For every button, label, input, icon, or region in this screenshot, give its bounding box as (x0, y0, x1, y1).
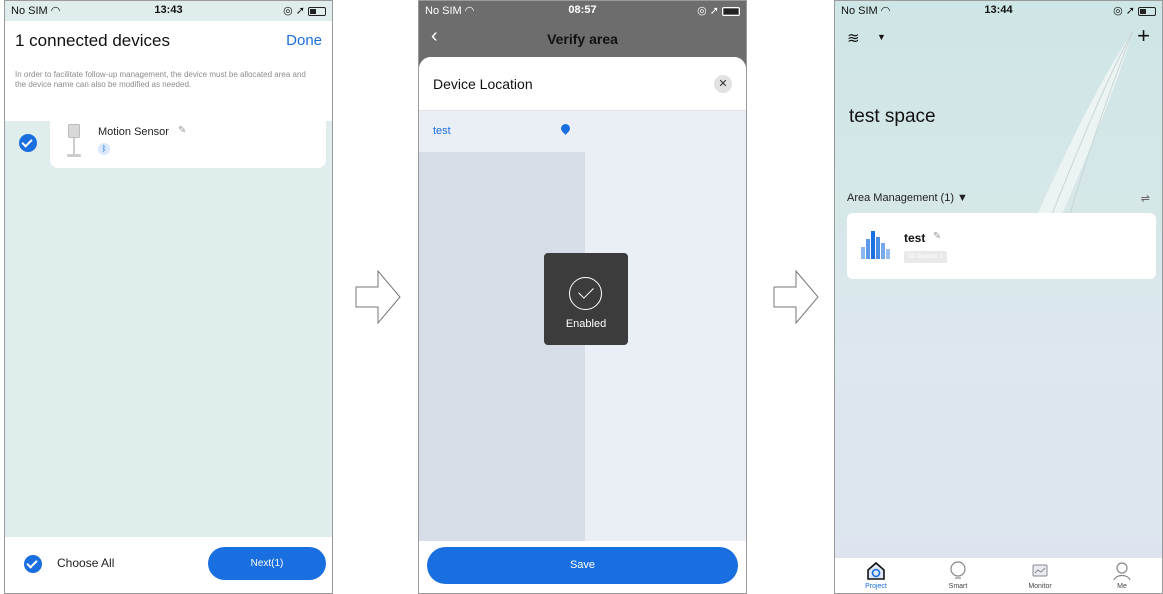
filter-icon[interactable]: ⇌ (1141, 192, 1150, 205)
chevron-down-icon[interactable]: ▼ (877, 32, 886, 42)
tab-label: Project (865, 583, 887, 590)
location-icon: ◎ ➚ (283, 5, 305, 17)
status-bar: No SIM ◠ 13:43 ◎ ➚ (5, 1, 332, 21)
bluetooth-icon: ᛒ (98, 143, 110, 155)
bottom-tab-bar: Project Smart Monitor Me (835, 557, 1162, 593)
top-bar: ≋ ▼ + (835, 23, 1162, 53)
screen-project-home: No SIM ◠ 13:44 ◎ ➚ ≋ ▼ + test space Area… (834, 0, 1163, 594)
screen-connected-devices: 1 connected devices Done In order to fac… (4, 0, 333, 594)
sheet-header: Device Location ✕ (419, 57, 746, 111)
save-button[interactable]: Save (427, 547, 738, 584)
area-name: test (904, 231, 926, 245)
location-icon: ◎ ➚ (697, 5, 719, 17)
area-management-dropdown[interactable]: Area Management (1) ▼ (847, 192, 968, 204)
sheet-title: Device Location (433, 76, 533, 92)
tab-label: Smart (948, 583, 968, 590)
status-icons: ◎ ➚ (1113, 4, 1156, 17)
footer-bar: Save (419, 541, 746, 593)
right-arrow-icon (773, 269, 819, 325)
tab-label: Me (1117, 583, 1127, 590)
page-title: 1 connected devices (15, 31, 170, 50)
status-bar: No SIM ◠ 13:44 ◎ ➚ (835, 1, 1162, 21)
battery-icon (1138, 6, 1156, 16)
nav-bar: ‹ Verify area (419, 21, 746, 57)
project-icon (867, 561, 885, 580)
right-arrow-icon (355, 269, 401, 325)
toast-label: Enabled (565, 318, 607, 330)
building-icon (861, 231, 891, 259)
device-name: Motion Sensor (98, 126, 169, 138)
next-button[interactable]: Next(1) (208, 547, 326, 580)
check-circle-icon (569, 277, 602, 310)
tab-project[interactable]: Project (835, 558, 917, 593)
tab-me[interactable]: Me (1081, 558, 1162, 593)
tab-monitor[interactable]: Monitor (999, 558, 1081, 593)
edit-icon[interactable]: ✎ (933, 231, 941, 242)
header-panel: 1 connected devices Done In order to fac… (5, 21, 332, 121)
monitor-icon (1032, 564, 1048, 577)
area-list-item[interactable]: test (419, 112, 585, 152)
sail-building-illustration (1030, 31, 1134, 231)
device-select-checkbox[interactable] (19, 134, 37, 152)
status-icons: ◎ ➚ (283, 4, 326, 17)
location-icon: ◎ ➚ (1113, 5, 1135, 17)
area-name: test (433, 125, 451, 137)
location-pin-icon (559, 122, 572, 135)
motion-sensor-icon (64, 124, 84, 160)
tab-label: Monitor (1028, 583, 1052, 590)
footer-bar: Choose All Next(1) (5, 537, 332, 593)
device-card[interactable]: Motion Sensor ✎ ᛒ (50, 114, 326, 168)
add-icon[interactable]: + (1137, 23, 1150, 49)
done-button[interactable]: Done (286, 32, 322, 49)
area-list-column (419, 112, 585, 593)
user-icon (1113, 562, 1131, 581)
battery-icon (722, 6, 740, 16)
check-icon (21, 136, 33, 148)
device-count-badge: All Devices 1 (904, 251, 947, 263)
page-title: Verify area (547, 31, 618, 47)
space-title: test space (849, 106, 936, 127)
enabled-toast: Enabled (544, 253, 628, 345)
status-bar: No SIM ◠ 08:57 ◎ ➚ (419, 1, 746, 21)
battery-icon (308, 6, 326, 16)
description-text: In order to facilitate follow-up managem… (15, 70, 306, 89)
choose-all-checkbox[interactable] (24, 555, 42, 573)
check-icon (26, 557, 38, 569)
layers-icon[interactable]: ≋ (847, 29, 860, 47)
tab-smart[interactable]: Smart (917, 558, 999, 593)
area-card[interactable]: test ✎ All Devices 1 (847, 213, 1156, 279)
status-icons: ◎ ➚ (697, 4, 740, 17)
screen-verify-area: No SIM ◠ 08:57 ◎ ➚ ‹ Verify area Device … (418, 0, 747, 594)
bulb-icon (950, 561, 966, 579)
edit-icon[interactable]: ✎ (178, 125, 186, 136)
close-button[interactable]: ✕ (714, 75, 732, 93)
choose-all-label[interactable]: Choose All (57, 556, 114, 570)
